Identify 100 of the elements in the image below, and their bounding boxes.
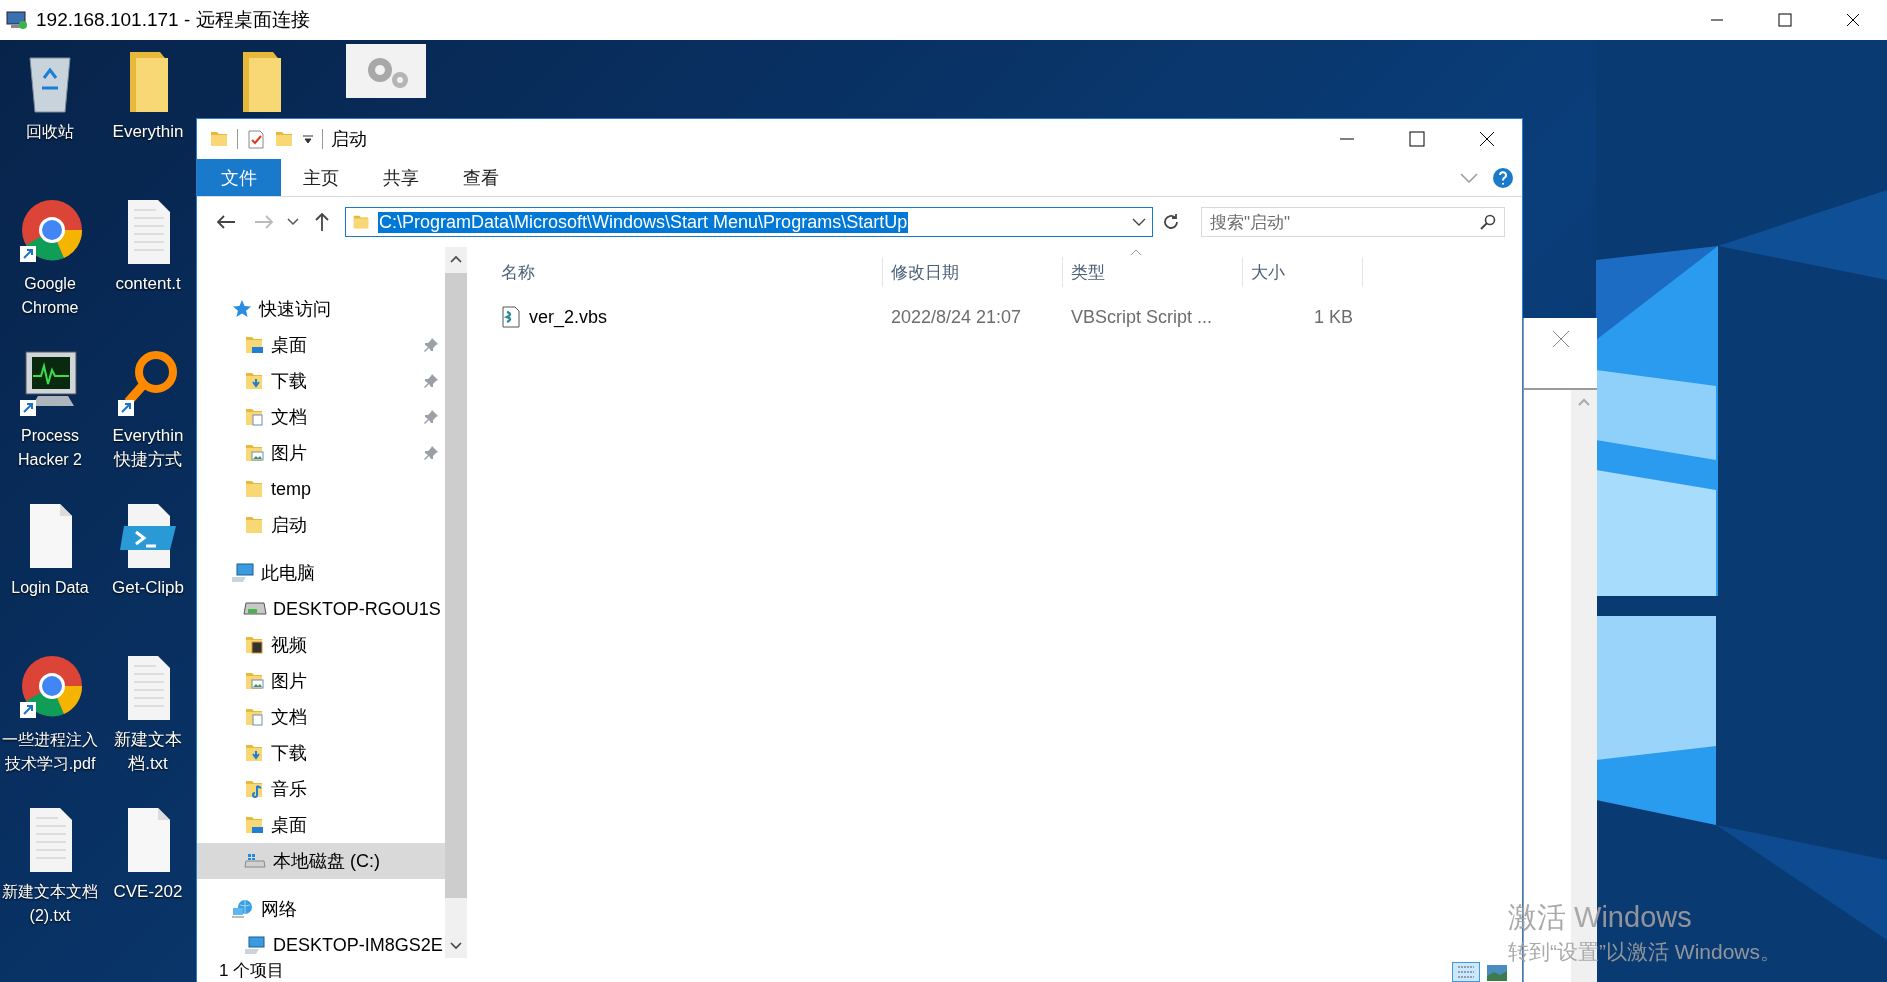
details-view-icon[interactable]: [1452, 962, 1480, 982]
column-header[interactable]: 大小: [1243, 257, 1363, 287]
picture-folder-icon: [243, 442, 265, 464]
nav-item[interactable]: 图片: [197, 435, 445, 471]
ribbon-tab[interactable]: 查看: [441, 159, 521, 196]
nav-item[interactable]: 启动: [197, 507, 445, 543]
maximize-icon: [1778, 13, 1792, 27]
nav-item[interactable]: 桌面: [197, 327, 445, 363]
caret-icon[interactable]: [302, 133, 314, 145]
window-title: 启动: [331, 128, 367, 151]
nav-item[interactable]: 快速访问: [197, 291, 445, 327]
file-name: ver_2.vbs: [529, 306, 608, 328]
new-folder-icon: [274, 129, 294, 149]
ribbon-tab[interactable]: 文件: [197, 159, 281, 196]
nav-item[interactable]: 网络: [197, 891, 445, 927]
sort-caret-icon: [1130, 249, 1142, 256]
desktop-icon-label[interactable]: Process Hacker 2: [0, 424, 100, 472]
desktop-icon-label[interactable]: 回收站: [0, 120, 100, 144]
column-header[interactable]: 类型: [1063, 257, 1243, 287]
file-row[interactable]: ver_2.vbs 2022/8/24 21:07 VBScript Script ... 1 KB: [493, 297, 1522, 337]
remote-desktop-icon: [6, 10, 28, 30]
desktop-icon-label[interactable]: content.t: [115, 272, 181, 296]
desktop-icon-label[interactable]: 档.txt: [128, 752, 168, 776]
search-icon[interactable]: [1480, 214, 1496, 230]
close-icon: [1846, 13, 1860, 27]
nav-item[interactable]: 此电脑: [197, 555, 445, 591]
nav-item[interactable]: 桌面: [197, 807, 445, 843]
desktop-icon-label[interactable]: Everythin: [112, 424, 184, 448]
column-header[interactable]: 修改日期: [883, 257, 1063, 287]
file-size: 1 KB: [1312, 306, 1354, 328]
pin-icon[interactable]: [423, 373, 439, 389]
file-date: 2022/8/24 21:07: [890, 306, 1023, 328]
desktop-icon-label[interactable]: 新建文本: [114, 728, 182, 752]
nav-item[interactable]: DESKTOP-RGOU1S: [197, 591, 445, 627]
caret-icon[interactable]: [287, 218, 299, 226]
column-header[interactable]: 名称: [493, 257, 883, 287]
desktop-icon-label[interactable]: 快捷方式: [114, 448, 182, 472]
back-arrow-icon: [216, 214, 236, 230]
nav-item[interactable]: 文档: [197, 399, 445, 435]
script-file-icon: [501, 306, 521, 328]
minimize-icon: [1710, 19, 1724, 21]
download-folder-icon: [243, 742, 265, 764]
nav-item[interactable]: 视频: [197, 627, 445, 663]
desktop-icon-label[interactable]: 一些进程注入技术学习.pdf: [0, 728, 100, 776]
properties-icon[interactable]: [246, 129, 266, 149]
up-arrow-icon: [314, 212, 330, 232]
video-folder-icon: [243, 634, 265, 656]
computer-icon: [243, 934, 267, 956]
desktop-icon-label[interactable]: CVE-202: [113, 880, 183, 904]
nav-item[interactable]: 本地磁盘 (C:): [197, 843, 445, 879]
search-field[interactable]: 搜索"启动": [1201, 207, 1505, 237]
download-folder-icon: [243, 370, 265, 392]
ribbon-tab[interactable]: 主页: [281, 159, 361, 196]
forward-arrow-icon: [254, 214, 274, 230]
scroll-down-icon[interactable]: [450, 942, 462, 950]
desktop-icon-label[interactable]: Google Chrome: [0, 272, 100, 320]
file-type: VBScript Script ...: [1070, 306, 1214, 328]
close-icon[interactable]: [1551, 330, 1570, 348]
ribbon-tab[interactable]: 共享: [361, 159, 441, 196]
large-icons-view-icon[interactable]: [1486, 962, 1508, 982]
globe-icon: [231, 898, 255, 920]
pin-icon[interactable]: [423, 445, 439, 461]
nav-item[interactable]: 图片: [197, 663, 445, 699]
window-title: 192.168.101.171 - 远程桌面连接: [36, 8, 310, 32]
computer-icon: [231, 562, 255, 584]
desktop-folder-icon: [243, 814, 265, 836]
nav-item[interactable]: temp: [197, 471, 445, 507]
nav-item[interactable]: 音乐: [197, 771, 445, 807]
status-text: 1 个项目: [219, 959, 285, 982]
music-folder-icon: [243, 778, 265, 800]
scroll-up-icon[interactable]: [450, 255, 462, 263]
gears-icon: [346, 44, 426, 98]
document-folder-icon: [243, 406, 265, 428]
desktop-icon-label[interactable]: Everythin: [112, 120, 184, 144]
minimize-icon: [1339, 138, 1355, 140]
document-folder-icon: [243, 706, 265, 728]
refresh-icon[interactable]: [1161, 212, 1181, 232]
desktop-folder-icon: [243, 334, 265, 356]
folder-icon: [352, 213, 370, 231]
maximize-icon: [1409, 131, 1425, 147]
folder-icon: [209, 129, 229, 149]
picture-folder-icon: [243, 670, 265, 692]
scrollbar[interactable]: [445, 247, 467, 958]
help-icon[interactable]: [1492, 166, 1514, 189]
nav-item[interactable]: 下载: [197, 735, 445, 771]
close-icon: [1479, 131, 1495, 147]
drive-icon: [243, 602, 267, 616]
desktop-icon-label[interactable]: Login Data: [0, 576, 100, 600]
nav-item[interactable]: 下载: [197, 363, 445, 399]
folder-icon: [243, 478, 265, 500]
pin-icon[interactable]: [423, 337, 439, 353]
desktop-icon-label[interactable]: Get-Clipb: [112, 576, 184, 600]
nav-item[interactable]: 文档: [197, 699, 445, 735]
chevron-down-icon[interactable]: [1460, 172, 1478, 183]
address-field[interactable]: C:\ProgramData\Microsoft\Windows\Start Menu\Programs\StartUp: [345, 207, 1153, 237]
nav-item[interactable]: DESKTOP-IM8GS2E: [197, 927, 445, 958]
folder-icon: [243, 514, 265, 536]
pin-icon[interactable]: [423, 409, 439, 425]
desktop-icon-label[interactable]: 新建文本文档(2).txt: [0, 880, 100, 928]
caret-icon[interactable]: [1132, 218, 1146, 226]
